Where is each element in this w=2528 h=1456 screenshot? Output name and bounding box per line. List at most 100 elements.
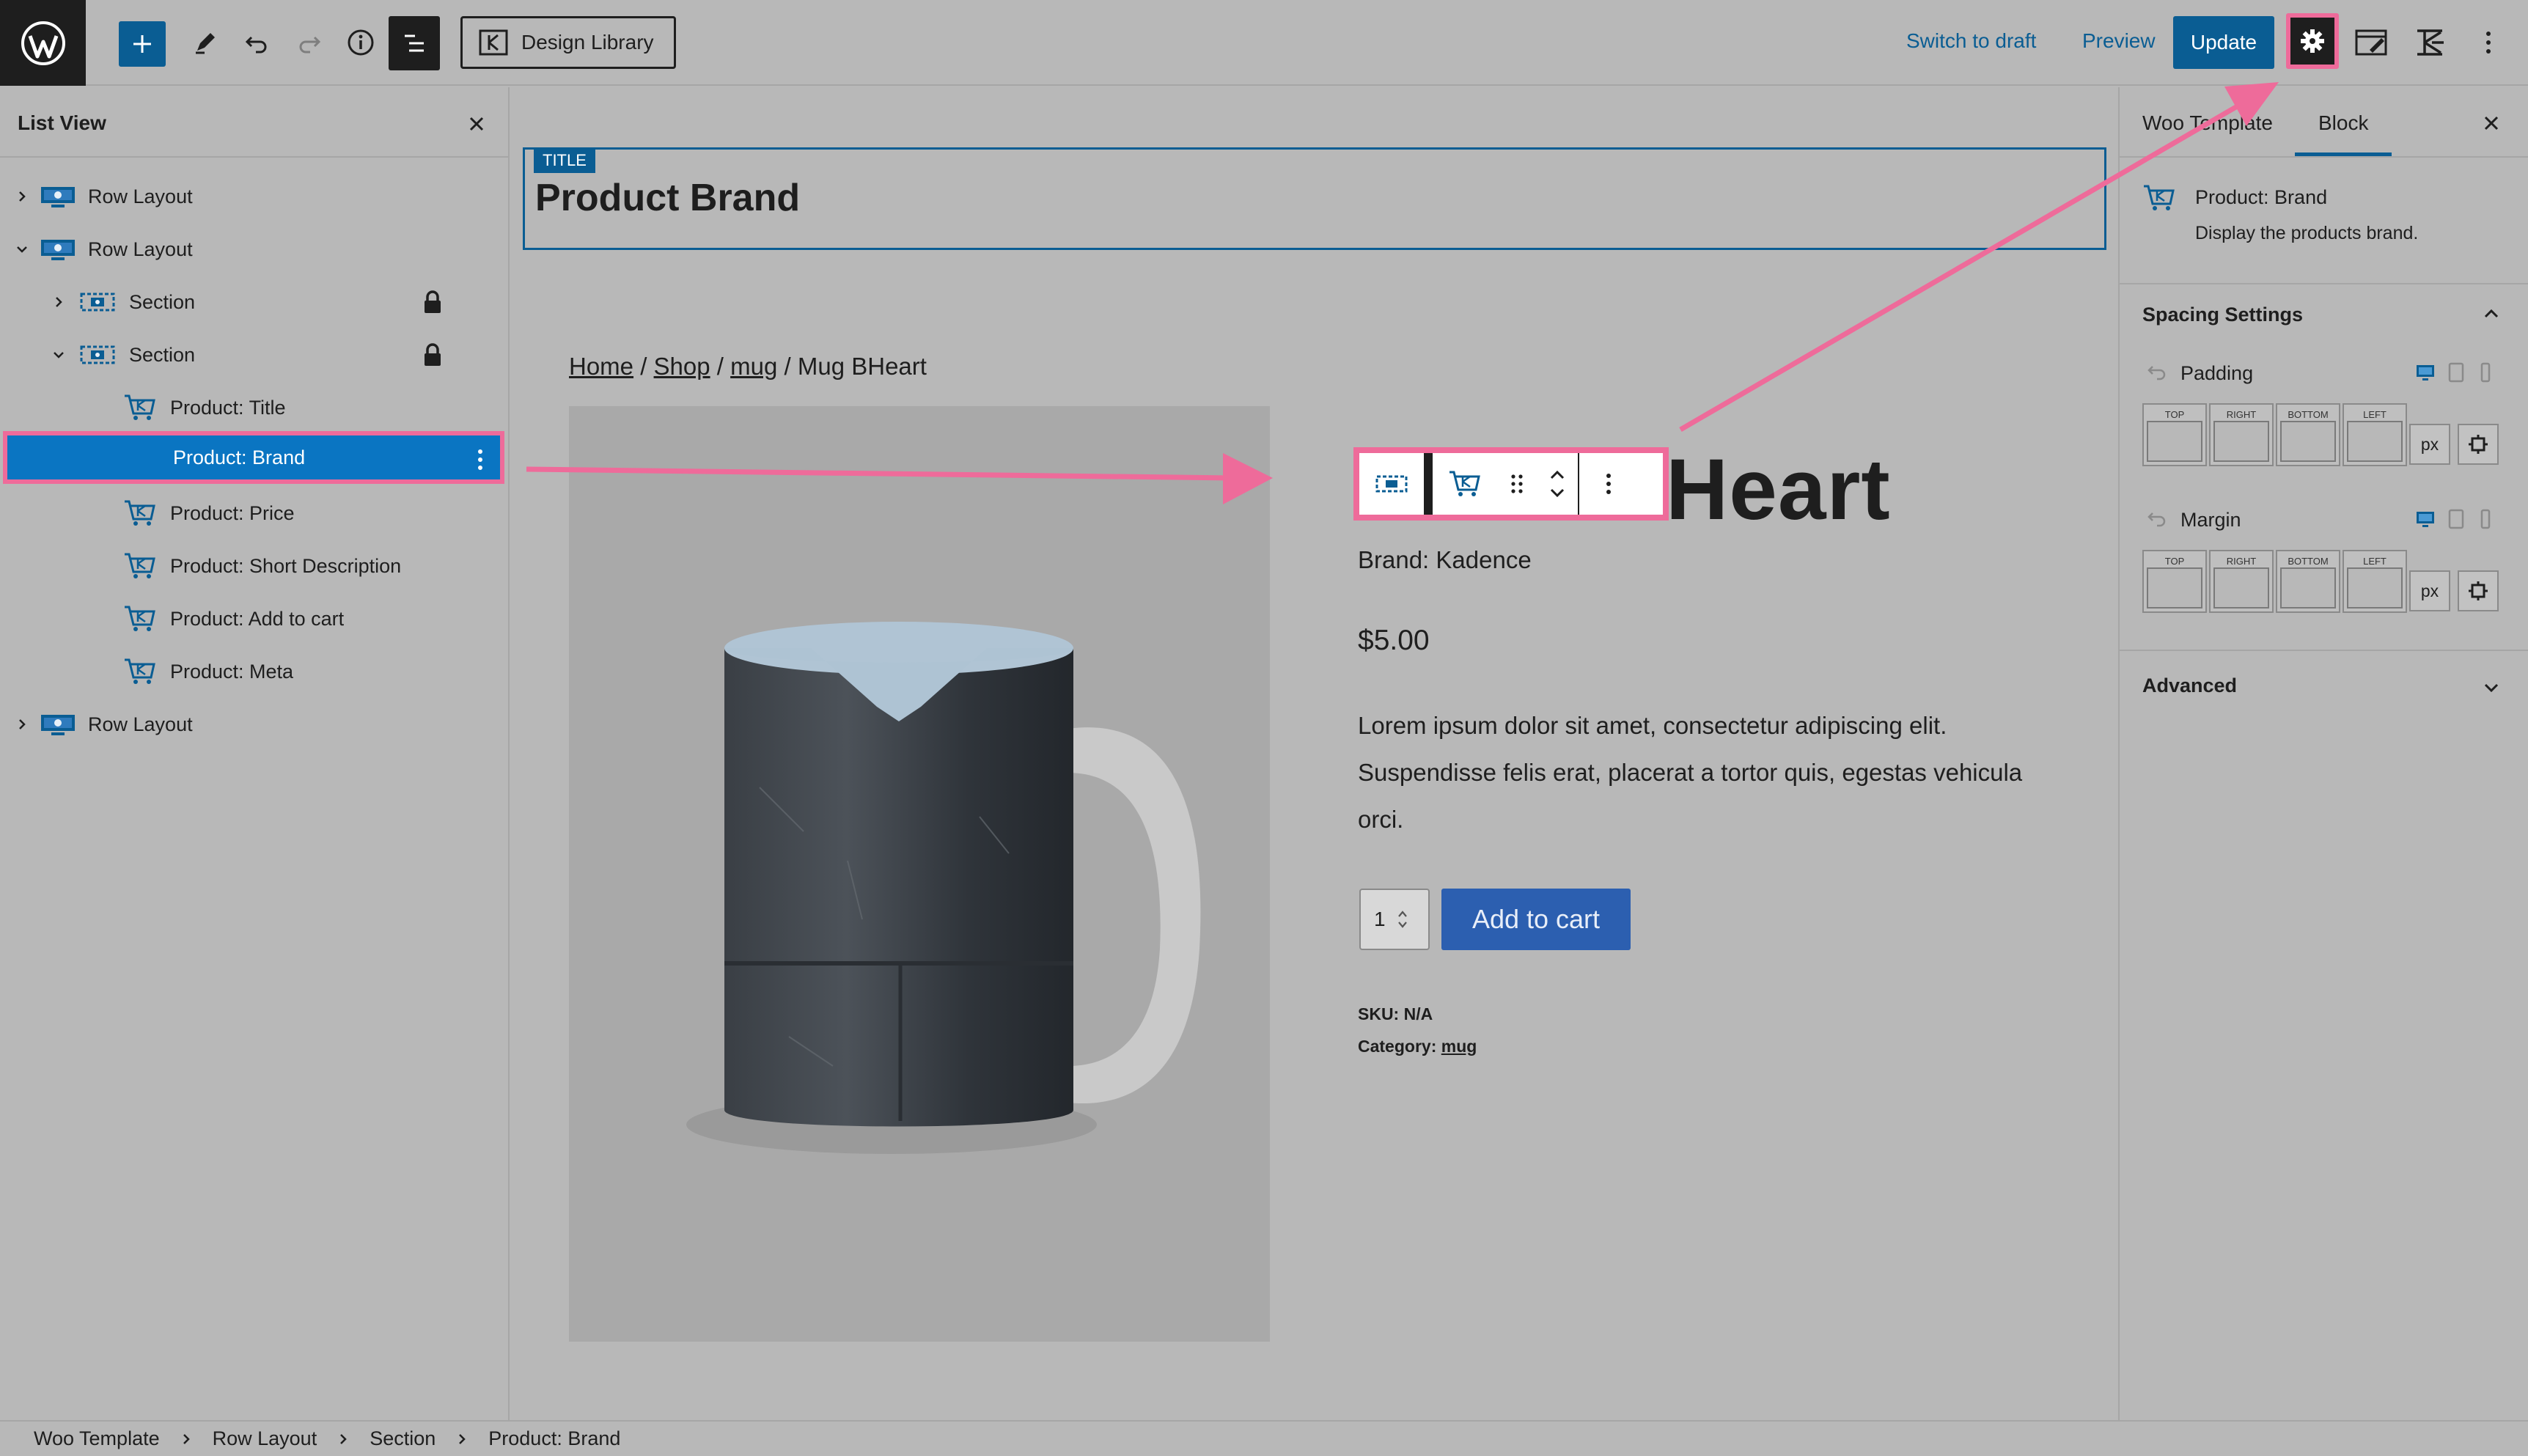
list-view-button[interactable] [389,16,440,70]
list-item-row-layout[interactable]: Row Layout [0,701,508,748]
footer-crumb-section[interactable]: Section [370,1427,436,1450]
tablet-icon[interactable] [2447,509,2466,531]
breadcrumb-home-link[interactable]: Home [569,353,633,380]
spacing-settings-title[interactable]: Spacing Settings [2142,304,2303,326]
design-library-button[interactable]: Design Library [460,16,676,69]
wordpress-logo-icon[interactable] [0,0,86,86]
side-label: LEFT [2363,409,2386,420]
footer-crumb-product-brand: Product: Brand [488,1427,621,1449]
list-item-label: Row Layout [88,713,193,735]
move-up-down-buttons[interactable] [1537,453,1578,515]
select-parent-section-button[interactable] [1359,453,1424,515]
close-sidebar-button[interactable] [2477,109,2506,138]
breadcrumb-category-link[interactable]: mug [730,353,777,380]
vertical-ellipsis-icon[interactable] [477,449,484,471]
list-item-section[interactable]: Section [0,331,508,378]
undo-icon[interactable] [236,22,277,63]
tablet-icon[interactable] [2447,362,2466,384]
preview-link[interactable]: Preview [2082,29,2156,53]
add-to-cart-button[interactable]: Add to cart [1441,889,1631,950]
lock-icon[interactable] [422,342,444,367]
block-type-button[interactable] [1433,453,1497,515]
list-item-product-meta[interactable]: Product: Meta [0,648,508,695]
row-layout-icon [40,237,76,262]
margin-right-field[interactable]: RIGHT [2209,550,2274,613]
block-breadcrumb-footer: Woo Template Row Layout Section Product:… [0,1420,2528,1456]
side-label: LEFT [2363,556,2386,567]
chevron-up-icon[interactable] [2477,299,2506,328]
chevron-right-icon[interactable] [50,293,67,311]
padding-label: Padding [2180,362,2254,384]
mobile-icon[interactable] [2478,509,2497,531]
quantity-stepper[interactable]: 1 [1359,889,1430,950]
margin-top-field[interactable]: TOP [2142,550,2207,613]
desktop-icon[interactable] [2415,509,2434,531]
switch-to-draft-link[interactable]: Switch to draft [1906,29,2036,53]
section-icon [1375,474,1408,494]
row-layout-icon [40,712,76,737]
list-item-row-layout[interactable]: Row Layout [0,173,508,220]
add-block-button[interactable] [119,21,166,67]
category-link[interactable]: mug [1441,1037,1477,1056]
more-options-button[interactable] [2465,19,2512,66]
redo-icon[interactable] [289,22,330,63]
padding-bottom-field[interactable]: BOTTOM [2276,403,2340,466]
margin-left-field[interactable]: LEFT [2343,550,2407,613]
close-list-view-button[interactable] [462,109,491,139]
footer-crumb-woo-template[interactable]: Woo Template [34,1427,160,1450]
tab-woo-template[interactable]: Woo Template [2142,111,2273,135]
tools-pencil-icon[interactable] [185,22,226,63]
tab-block[interactable]: Block [2318,111,2368,135]
settings-button[interactable] [2286,13,2339,69]
kadence-controls-button[interactable] [2405,19,2456,66]
list-item-product-add-to-cart[interactable]: Product: Add to cart [0,595,508,642]
padding-link-button[interactable] [2458,424,2499,465]
chevron-down-icon[interactable] [1548,487,1566,499]
block-options-button[interactable] [1579,453,1638,515]
padding-unit-select[interactable]: px [2409,424,2450,465]
chevron-right-icon[interactable] [13,716,31,733]
product-brand-text[interactable]: Brand: Kadence [1358,546,1532,574]
kadence-library-icon [479,29,508,56]
breadcrumb-shop-link[interactable]: Shop [654,353,710,380]
margin-unit-select[interactable]: px [2409,570,2450,611]
padding-right-field[interactable]: RIGHT [2209,403,2274,466]
chevron-down-icon[interactable] [2477,673,2506,702]
side-label: RIGHT [2226,556,2257,567]
padding-left-field[interactable]: LEFT [2343,403,2407,466]
product-heading[interactable]: Heart [1666,440,1891,540]
list-item-product-brand-selected[interactable]: Product: Brand [3,431,504,484]
reset-icon[interactable] [2147,362,2167,383]
side-label: BOTTOM [2288,409,2329,420]
lock-icon[interactable] [422,290,444,315]
update-button[interactable]: Update [2173,16,2274,69]
close-icon [2483,115,2499,131]
list-item-product-price[interactable]: Product: Price [0,490,508,537]
padding-top-field[interactable]: TOP [2142,403,2207,466]
template-editor-button[interactable] [2346,19,2397,66]
list-item-section[interactable]: Section [0,279,508,326]
mobile-icon[interactable] [2478,362,2497,384]
list-item-product-title[interactable]: Product: Title [0,384,508,431]
product-short-description: Lorem ipsum dolor sit amet, consectetur … [1358,712,2023,833]
list-item-row-layout[interactable]: Row Layout [0,226,508,273]
divider [2118,283,2528,284]
chevron-right-icon[interactable] [13,188,31,205]
desktop-icon[interactable] [2415,362,2434,384]
list-item-label: Product: Brand [173,446,306,468]
advanced-section-title[interactable]: Advanced [2142,674,2237,697]
template-title-text[interactable]: Product Brand [535,176,800,220]
margin-link-button[interactable] [2458,570,2499,611]
details-info-icon[interactable] [340,22,381,63]
chevron-down-icon[interactable] [13,240,31,258]
drag-handle[interactable] [1497,453,1537,515]
product-image[interactable] [569,406,1270,1342]
chevron-up-icon[interactable] [1548,469,1566,481]
footer-crumb-row-layout[interactable]: Row Layout [213,1427,317,1450]
list-item-product-short-description[interactable]: Product: Short Description [0,543,508,589]
margin-bottom-field[interactable]: BOTTOM [2276,550,2340,613]
active-tab-indicator [2295,152,2392,156]
reset-icon[interactable] [2147,509,2167,529]
stepper-arrows-icon[interactable] [1396,908,1409,931]
chevron-down-icon[interactable] [50,346,67,364]
